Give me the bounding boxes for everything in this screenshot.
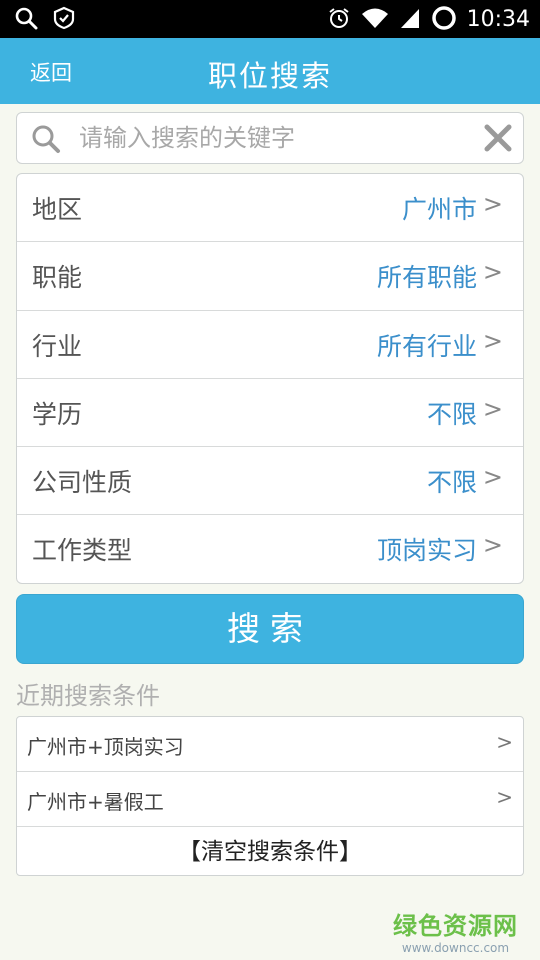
filter-label: 地区 [32,195,83,224]
filter-row-education[interactable]: 学历 不限 > [17,379,523,448]
signal-icon [399,6,421,34]
filter-row-industry[interactable]: 行业 所有行业 > [17,311,523,379]
recent-search-list: 广州市+顶岗实习 > 广州市+暑假工 > 【清空搜索条件】 [16,716,524,876]
filter-row-function[interactable]: 职能 所有职能 > [17,242,523,311]
chevron-right-icon: > [482,190,503,218]
chevron-right-icon: > [482,258,503,287]
filter-label: 工作类型 [32,536,133,566]
watermark: 绿色资源网 www.downcc.com [393,906,518,955]
wifi-icon [361,6,389,34]
status-bar-right: 10:34 [327,5,530,35]
page-title: 职位搜索 [207,59,332,93]
recent-search-title: 近期搜索条件 [16,682,160,710]
title-bar: 返回 职位搜索 [0,38,540,104]
loading-ring-icon [431,5,457,35]
filter-row-job-type[interactable]: 工作类型 顶岗实习 > [17,515,523,583]
filter-value: 顶岗实习 [376,536,477,566]
chevron-right-icon: > [482,326,503,355]
search-icon [31,124,61,158]
filter-label: 职能 [32,263,83,293]
recent-search-item[interactable]: 广州市+顶岗实习 > [17,717,523,772]
recent-search-item[interactable]: 广州市+暑假工 > [17,772,523,827]
watermark-url: www.downcc.com [401,941,510,955]
chevron-right-icon: > [496,730,513,754]
alarm-icon [327,6,351,34]
status-bar: 10:34 [0,0,540,38]
filter-value: 所有职能 [376,263,477,293]
status-bar-left [14,6,76,34]
status-time: 10:34 [466,7,530,32]
filter-value: 广州市 [401,195,477,224]
chevron-right-icon: > [496,785,513,809]
filter-value: 不限 [426,399,477,429]
filter-row-company-type[interactable]: 公司性质 不限 > [17,447,523,516]
recent-search-label: 广州市+暑假工 [27,790,164,814]
filter-list: 地区 广州市 > 职能 所有职能 > 行业 所有行业 > 学历 不限 > 公司性… [16,173,524,584]
filter-label: 学历 [32,399,83,429]
filter-value: 不限 [426,468,477,498]
clear-icon[interactable] [483,123,513,157]
search-button[interactable]: 搜索 [16,594,524,664]
filter-row-region[interactable]: 地区 广州市 > [17,174,523,243]
filter-label: 公司性质 [32,468,133,498]
search-box [16,112,524,164]
recent-search-label: 广州市+顶岗实习 [27,735,184,759]
chevron-right-icon: > [482,394,503,423]
chevron-right-icon: > [482,531,503,560]
clear-search-history-button[interactable]: 【清空搜索条件】 [17,827,523,875]
search-input[interactable] [79,119,469,157]
shield-check-icon [52,6,76,34]
search-icon [14,6,38,34]
filter-label: 行业 [32,331,83,361]
chevron-right-icon: > [482,463,503,492]
filter-value: 所有行业 [376,331,477,361]
watermark-logo-text: 绿色资源网 [393,912,518,940]
